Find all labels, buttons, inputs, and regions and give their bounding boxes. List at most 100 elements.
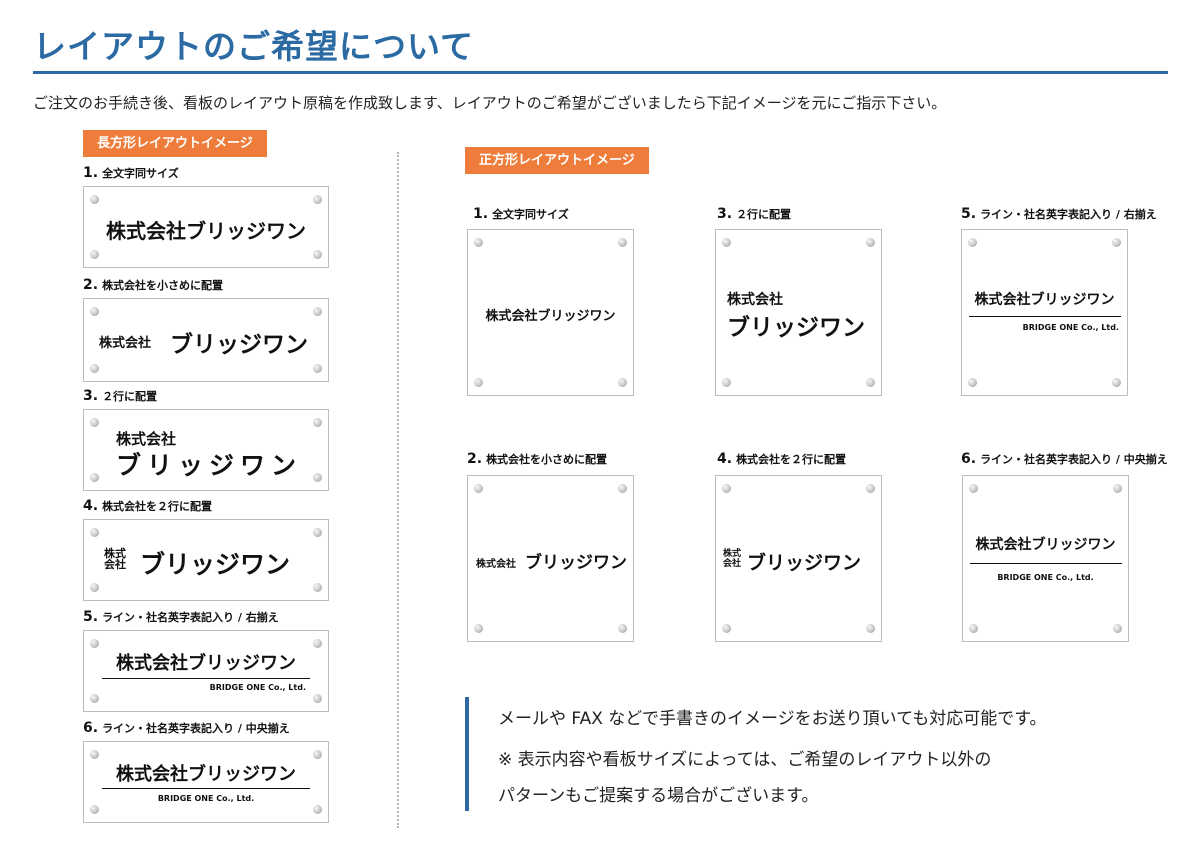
square-section-tag: 正方形レイアウトイメージ	[465, 147, 649, 174]
rect-item-5-label: 5. ライン・社名英字表記入り / 右揃え	[83, 609, 279, 625]
screw-icon	[969, 484, 978, 493]
company-prefix: 株式会社	[476, 559, 516, 570]
company-name: 株式会社ブリッジワン	[974, 292, 1115, 308]
screw-icon	[722, 238, 731, 247]
company-main-name: ブリッジワン	[747, 552, 862, 574]
company-english-name: BRIDGE ONE Co., Ltd.	[997, 573, 1094, 582]
screw-icon	[1112, 378, 1121, 387]
rect-item-4-label: 4. 株式会社を２行に配置	[83, 498, 213, 514]
screw-icon	[866, 238, 875, 247]
screw-icon	[313, 418, 322, 427]
company-prefix: 株式会社	[99, 336, 152, 351]
screw-icon	[866, 378, 875, 387]
rect-item-3-label: 3. ２行に配置	[83, 388, 158, 404]
company-english-name: BRIDGE ONE Co., Ltd.	[209, 683, 306, 692]
screw-icon	[1112, 238, 1121, 247]
screw-icon	[1113, 624, 1122, 633]
screw-icon	[313, 805, 322, 814]
page-title: レイアウトのご希望について	[33, 27, 475, 66]
screw-icon	[722, 378, 731, 387]
screw-icon	[313, 307, 322, 316]
rect-plate-5: 株式会社ブリッジワン BRIDGE ONE Co., Ltd.	[83, 630, 329, 712]
rect-section-tag: 長方形レイアウトイメージ	[83, 130, 267, 157]
screw-icon	[90, 364, 99, 373]
rect-item-6-label: 6. ライン・社名英字表記入り / 中央揃え	[83, 720, 290, 736]
screw-icon	[90, 307, 99, 316]
screw-icon	[474, 484, 483, 493]
rect-plate-2: 株式会社 ブリッジワン	[83, 298, 329, 382]
screw-icon	[618, 378, 627, 387]
square-plate-6: 株式会社ブリッジワン BRIDGE ONE Co., Ltd.	[962, 475, 1129, 642]
screw-icon	[313, 694, 322, 703]
company-name: 株式会社ブリッジワン	[116, 653, 296, 674]
screw-icon	[313, 750, 322, 759]
rect-item-2-label: 2. 株式会社を小さめに配置	[83, 277, 224, 293]
square-item-2-label: 2. 株式会社を小さめに配置	[467, 451, 608, 467]
company-prefix-stacked: 株式 会社	[723, 549, 742, 569]
screw-icon	[90, 418, 99, 427]
square-plate-1: 株式会社ブリッジワン	[467, 229, 634, 396]
company-main-name: ブリッジワン	[727, 315, 865, 341]
screw-icon	[90, 805, 99, 814]
screw-icon	[90, 473, 99, 482]
company-english-name: BRIDGE ONE Co., Ltd.	[157, 794, 255, 803]
divider-line	[969, 316, 1121, 317]
screw-icon	[866, 624, 875, 633]
note-line-1: メールや FAX などで手書きのイメージをお送り頂いても対応可能です。	[498, 709, 1047, 729]
title-underline	[33, 71, 1168, 74]
screw-icon	[618, 624, 627, 633]
square-item-6-label: 6. ライン・社名英字表記入り / 中央揃え	[961, 451, 1168, 467]
divider-line	[970, 563, 1122, 564]
screw-icon	[90, 694, 99, 703]
note-accent-bar	[465, 697, 469, 811]
screw-icon	[313, 583, 322, 592]
screw-icon	[474, 378, 483, 387]
divider-line	[102, 678, 310, 679]
screw-icon	[313, 639, 322, 648]
screw-icon	[90, 528, 99, 537]
square-plate-3: 株式会社 ブリッジワン	[715, 229, 882, 396]
screw-icon	[313, 528, 322, 537]
screw-icon	[313, 250, 322, 259]
square-item-4-label: 4. 株式会社を２行に配置	[717, 451, 847, 467]
screw-icon	[313, 364, 322, 373]
screw-icon	[1113, 484, 1122, 493]
company-main-name: ブリッジワン	[140, 550, 291, 579]
company-english-name: BRIDGE ONE Co., Ltd.	[1022, 323, 1119, 332]
screw-icon	[90, 250, 99, 259]
divider-line	[102, 788, 310, 789]
rect-plate-6: 株式会社ブリッジワン BRIDGE ONE Co., Ltd.	[83, 741, 329, 823]
screw-icon	[618, 484, 627, 493]
square-item-3-label: 3. ２行に配置	[717, 206, 792, 222]
company-name: 株式会社ブリッジワン	[485, 309, 616, 324]
screw-icon	[722, 484, 731, 493]
section-divider	[397, 152, 399, 828]
screw-icon	[90, 639, 99, 648]
screw-icon	[866, 484, 875, 493]
company-prefix: 株式会社	[727, 292, 783, 308]
note-line-3: パターンもご提案する場合がございます。	[498, 786, 819, 806]
square-plate-2: 株式会社 ブリッジワン	[467, 475, 634, 642]
screw-icon	[618, 238, 627, 247]
company-main-name: ブリッジワン	[170, 332, 308, 358]
square-plate-4: 株式 会社 ブリッジワン	[715, 475, 882, 642]
company-name: 株式会社ブリッジワン	[975, 537, 1116, 553]
screw-icon	[722, 624, 731, 633]
square-item-5-label: 5. ライン・社名英字表記入り / 右揃え	[961, 206, 1157, 222]
note-line-2: ※ 表示内容や看板サイズによっては、ご希望のレイアウト以外の	[498, 750, 992, 770]
rect-plate-4: 株式 会社 ブリッジワン	[83, 519, 329, 601]
screw-icon	[313, 195, 322, 204]
square-item-1-label: 1. 全文字同サイズ	[473, 206, 569, 222]
company-name: 株式会社ブリッジワン	[106, 219, 306, 243]
intro-text: ご注文のお手続き後、看板のレイアウト原稿を作成致します、レイアウトのご希望がござ…	[33, 94, 947, 112]
screw-icon	[969, 624, 978, 633]
company-name: 株式会社ブリッジワン	[116, 764, 296, 785]
company-main-name: ブリッジワン	[116, 451, 303, 480]
company-prefix-stacked: 株式 会社	[104, 547, 126, 571]
screw-icon	[90, 750, 99, 759]
screw-icon	[90, 583, 99, 592]
screw-icon	[474, 238, 483, 247]
screw-icon	[968, 238, 977, 247]
rect-item-1-label: 1. 全文字同サイズ	[83, 165, 179, 181]
screw-icon	[474, 624, 483, 633]
